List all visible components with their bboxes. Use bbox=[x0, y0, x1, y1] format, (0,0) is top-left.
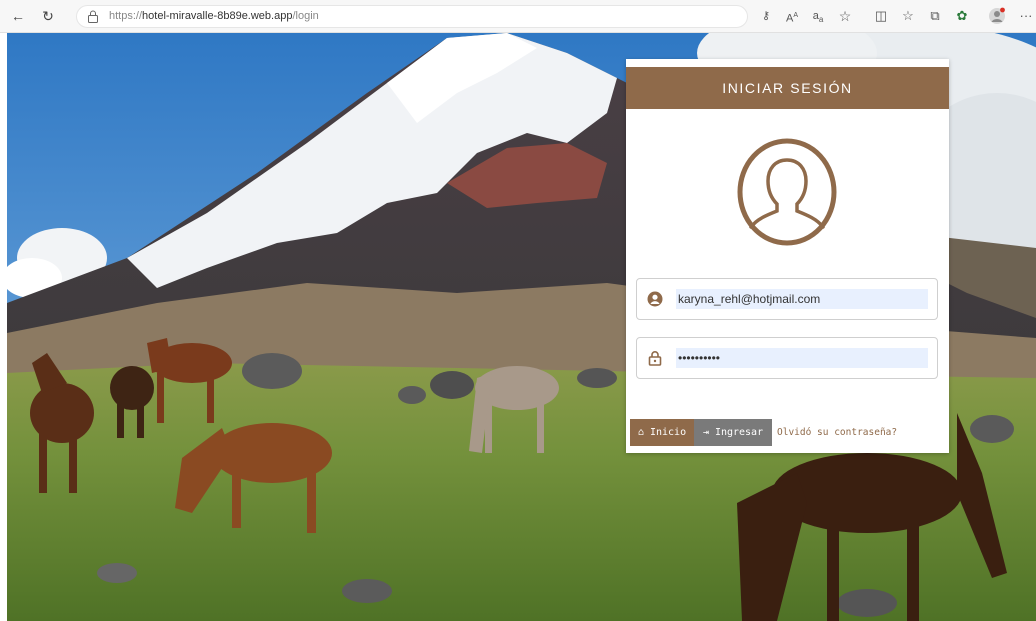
padlock-icon bbox=[648, 351, 662, 366]
user-avatar-icon bbox=[737, 138, 837, 246]
password-input[interactable] bbox=[676, 348, 928, 368]
login-button[interactable]: ⇥ Ingresar bbox=[694, 419, 772, 446]
back-icon[interactable]: ← bbox=[8, 6, 28, 26]
url-text: https://hotel-miravalle-8b89e.web.app/lo… bbox=[109, 10, 319, 22]
split-screen-icon[interactable]: ◫ bbox=[872, 6, 890, 26]
profile-icon[interactable] bbox=[988, 6, 1006, 26]
read-aloud-icon[interactable]: AA bbox=[783, 6, 801, 26]
key-icon[interactable]: ⚷ bbox=[758, 6, 774, 26]
lock-icon bbox=[88, 10, 98, 23]
sign-in-icon: ⇥ bbox=[702, 427, 709, 438]
login-title: INICIAR SESIÓN bbox=[626, 67, 949, 109]
browser-toolbar: ← ↻ https://hotel-miravalle-8b89e.web.ap… bbox=[0, 0, 1036, 33]
login-card: INICIAR SESIÓN ⌂ Inicio ⇥ Ingresar Olvid… bbox=[626, 59, 949, 453]
favorites-bar-icon[interactable]: ☆ bbox=[899, 6, 917, 26]
home-button[interactable]: ⌂ Inicio bbox=[630, 419, 694, 446]
favorite-icon[interactable]: ☆ bbox=[836, 6, 854, 26]
home-icon: ⌂ bbox=[637, 427, 644, 438]
copilot-icon[interactable]: ✿ bbox=[953, 6, 971, 26]
collections-icon[interactable]: ⧉ bbox=[926, 6, 944, 26]
email-input[interactable] bbox=[676, 289, 928, 309]
immersive-reader-icon[interactable]: aa bbox=[809, 6, 827, 26]
address-bar[interactable]: https://hotel-miravalle-8b89e.web.app/lo… bbox=[76, 5, 748, 28]
more-icon[interactable]: ··· bbox=[1018, 6, 1034, 26]
forgot-password-link[interactable]: Olvidó su contraseña? bbox=[777, 427, 897, 438]
user-icon bbox=[647, 291, 663, 307]
refresh-icon[interactable]: ↻ bbox=[38, 6, 58, 26]
email-field[interactable] bbox=[636, 278, 938, 320]
password-field[interactable] bbox=[636, 337, 938, 379]
